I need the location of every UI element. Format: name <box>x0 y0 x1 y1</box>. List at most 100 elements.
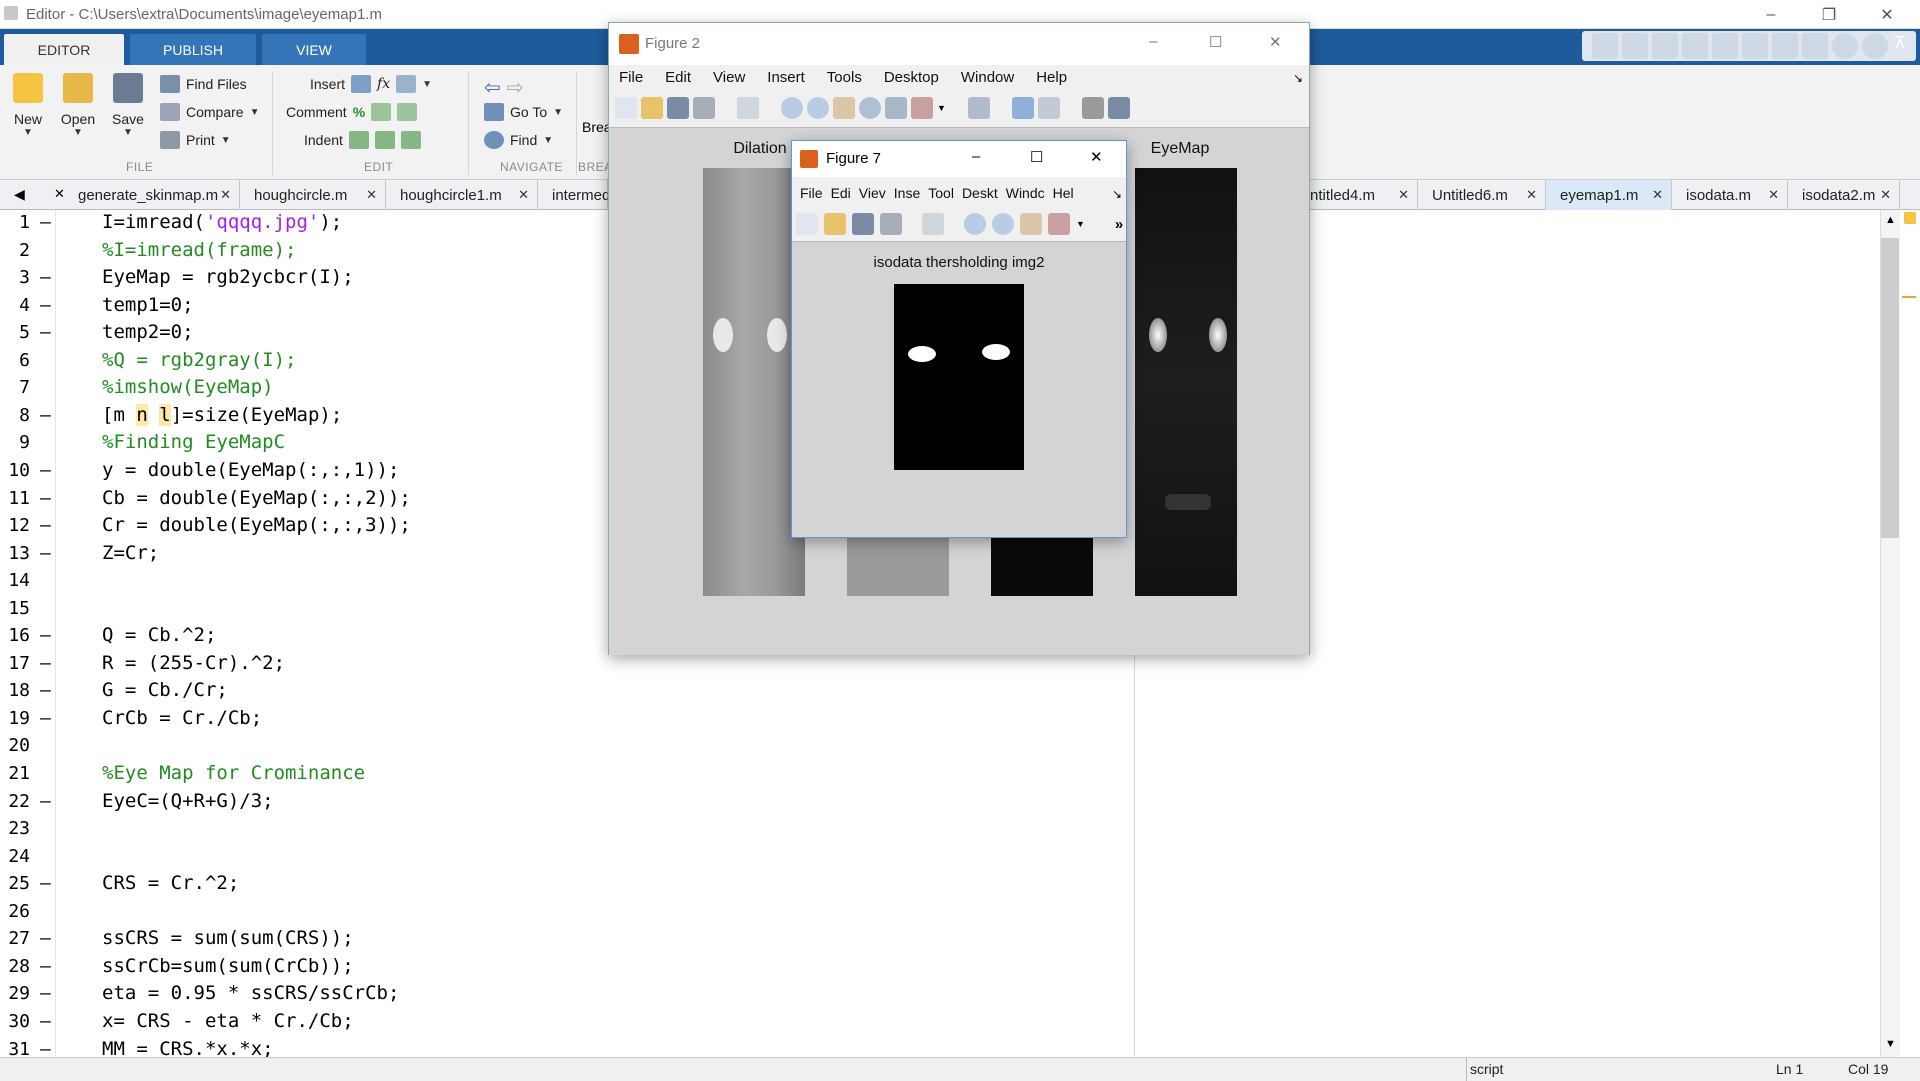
new-button[interactable]: New ▼ <box>2 73 54 138</box>
code-line[interactable]: %I=imread(frame); <box>102 239 296 261</box>
file-tab[interactable]: generate_skinmap.m ✕ <box>64 180 240 210</box>
decrease-indent-icon[interactable] <box>400 131 421 149</box>
code-line[interactable]: CrCb = Cr./Cb; <box>102 707 262 729</box>
breakpoint-marker[interactable]: – <box>40 708 51 729</box>
breakpoint-marker[interactable]: – <box>40 680 51 701</box>
close-tab-icon[interactable]: ✕ <box>220 187 231 203</box>
code-line[interactable]: Cb = double(EyeMap(:,:,2)); <box>102 487 411 509</box>
code-line[interactable]: %Finding EyeMapC <box>102 431 285 453</box>
close-icon[interactable]: ✕ <box>1090 148 1103 166</box>
pin-icon[interactable]: ⊼ <box>1894 33 1906 53</box>
code-line[interactable]: G = Cb./Cr; <box>102 679 228 701</box>
back-arrow-icon[interactable]: ⇦ <box>484 75 501 100</box>
code-line[interactable]: Z=Cr; <box>102 542 159 564</box>
wrap-comment-icon[interactable] <box>397 103 418 121</box>
link-plot-icon[interactable] <box>967 97 990 119</box>
menu-file[interactable]: File <box>619 69 643 86</box>
pan-icon[interactable] <box>833 97 855 119</box>
colorbar-icon[interactable] <box>1011 97 1034 119</box>
breakpoint-marker[interactable]: – <box>40 956 51 977</box>
insert-button[interactable]: Insert fx ▼ <box>310 75 432 93</box>
search-docs-icon[interactable] <box>1862 33 1888 59</box>
minimize-icon[interactable]: – <box>1149 33 1157 50</box>
file-tab-active[interactable]: eyemap1.m ✕ <box>1546 180 1672 210</box>
increase-indent-icon[interactable] <box>374 131 395 149</box>
menu-edit[interactable]: Edi <box>831 185 851 201</box>
tab-publish[interactable]: PUBLISH <box>130 34 256 65</box>
breakpoint-marker[interactable]: – <box>40 625 51 646</box>
warning-marker[interactable] <box>1902 296 1916 298</box>
dock-arrow-icon[interactable]: ↘ <box>1112 187 1122 201</box>
breakpoint-marker[interactable]: – <box>40 543 51 564</box>
goto-button[interactable]: Go To ▼ <box>484 103 563 121</box>
breakpoint-marker[interactable]: – <box>40 267 51 288</box>
tab-view[interactable]: VIEW <box>262 34 366 65</box>
breakpoint-marker[interactable]: – <box>40 405 51 426</box>
maximize-icon[interactable]: ☐ <box>1209 33 1222 51</box>
menu-insert[interactable]: Insert <box>767 69 805 86</box>
menu-window[interactable]: Window <box>961 69 1014 86</box>
save-icon[interactable] <box>1622 33 1648 59</box>
breakpoint-marker[interactable]: – <box>40 873 51 894</box>
menu-view[interactable]: Viev <box>859 185 886 201</box>
code-line[interactable]: temp2=0; <box>102 321 194 343</box>
percent-icon[interactable]: % <box>353 104 365 120</box>
save-button[interactable]: Save ▼ <box>102 73 154 138</box>
code-line[interactable]: Cr = double(EyeMap(:,:,3)); <box>102 514 411 536</box>
menu-file[interactable]: File <box>800 185 823 201</box>
breakpoint-marker[interactable]: – <box>40 983 51 1004</box>
data-cursor-icon[interactable] <box>885 97 907 119</box>
zoom-in-icon[interactable] <box>781 97 803 119</box>
restore-icon[interactable]: ❐ <box>1806 0 1852 29</box>
code-line[interactable]: CRS = Cr.^2; <box>102 872 239 894</box>
minimize-icon[interactable]: – <box>972 148 980 165</box>
cut-icon[interactable] <box>1652 33 1678 59</box>
breakpoint-marker[interactable]: – <box>40 1011 51 1032</box>
file-tab[interactable]: intermed <box>538 180 610 210</box>
compare-button[interactable]: Compare ▼ <box>160 103 260 121</box>
paste-icon[interactable] <box>1712 33 1738 59</box>
pointer-icon[interactable] <box>922 213 944 235</box>
open-file-icon[interactable] <box>641 97 663 119</box>
close-icon[interactable]: ✕ <box>1864 0 1910 29</box>
print-figure-icon[interactable] <box>880 213 902 235</box>
file-tab[interactable]: isodata2.m ✕ <box>1788 180 1900 210</box>
code-line[interactable]: x= CRS - eta * Cr./Cb; <box>102 1010 354 1032</box>
code-line[interactable]: I=imread('qqqq.jpg'); <box>102 211 342 233</box>
uncomment-icon[interactable] <box>371 103 392 121</box>
forward-arrow-icon[interactable]: ⇨ <box>507 75 524 100</box>
scrollbar-thumb[interactable] <box>1881 238 1899 538</box>
close-tab-icon[interactable]: ✕ <box>1880 187 1891 203</box>
code-line[interactable]: ssCrCb=sum(sum(CrCb)); <box>102 955 354 977</box>
find-files-button[interactable]: Find Files <box>160 75 247 93</box>
brush-icon[interactable] <box>911 97 933 119</box>
close-tab-icon[interactable]: ✕ <box>518 187 529 203</box>
breakpoint-marker[interactable]: – <box>40 460 51 481</box>
rotate-icon[interactable] <box>859 97 881 119</box>
code-line[interactable]: Q = Cb.^2; <box>102 624 216 646</box>
menu-help[interactable]: Hel <box>1053 185 1074 201</box>
breakpoint-marker[interactable]: – <box>40 653 51 674</box>
switch-windows-icon[interactable] <box>1802 33 1828 59</box>
close-icon[interactable]: ✕ <box>1269 33 1282 51</box>
code-analyzer-indicator-icon[interactable] <box>1904 212 1916 224</box>
menu-view[interactable]: View <box>713 69 745 86</box>
close-tab-icon[interactable]: ✕ <box>1398 187 1409 203</box>
smart-indent-icon[interactable] <box>348 131 369 149</box>
code-line[interactable]: ssCRS = sum(sum(CRS)); <box>102 927 354 949</box>
code-line[interactable]: eta = 0.95 * ssCRS/ssCrCb; <box>102 982 399 1004</box>
breakpoint-marker[interactable]: – <box>40 295 51 316</box>
maximize-icon[interactable]: ☐ <box>1030 148 1043 166</box>
undo-icon[interactable] <box>1742 33 1768 59</box>
new-figure-icon[interactable] <box>615 97 637 119</box>
new-figure-icon[interactable] <box>796 213 818 235</box>
zoom-out-icon[interactable] <box>807 97 829 119</box>
pointer-icon[interactable] <box>737 97 759 119</box>
file-tab[interactable]: houghcircle1.m ✕ <box>386 180 538 210</box>
indent-button[interactable]: Indent <box>304 131 421 149</box>
breakpoint-marker[interactable]: – <box>40 322 51 343</box>
file-tab[interactable]: isodata.m ✕ <box>1672 180 1788 210</box>
menu-edit[interactable]: Edit <box>665 69 691 86</box>
figure7-window[interactable]: Figure 7 – ☐ ✕ File Edi Viev Inse Tool D… <box>791 140 1127 538</box>
close-tab-icon[interactable]: ✕ <box>1652 187 1663 203</box>
